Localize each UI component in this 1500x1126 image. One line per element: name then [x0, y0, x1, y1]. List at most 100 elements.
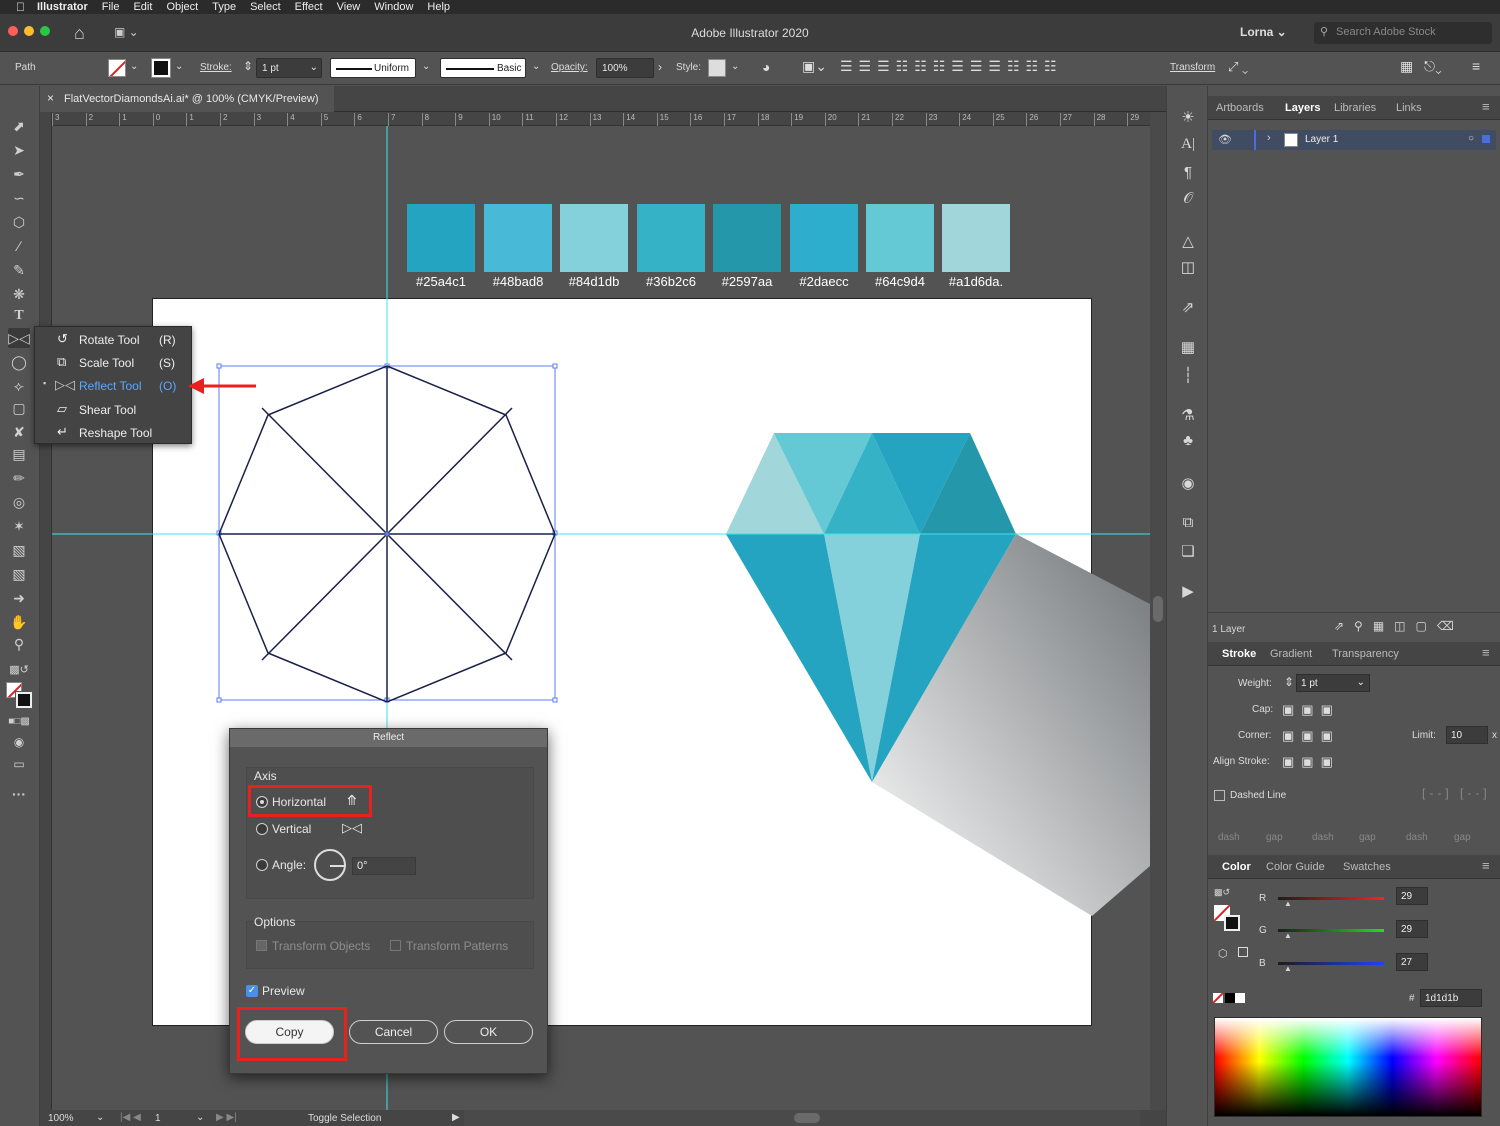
transform-panel-icon[interactable]: ▦	[1177, 338, 1199, 358]
style-dropdown-icon[interactable]: ⌄	[731, 61, 739, 72]
graphic-style-swatch[interactable]	[708, 59, 726, 77]
selection-tool-icon[interactable]: ⬈	[8, 116, 30, 136]
menu-view[interactable]: View	[337, 1, 361, 13]
artboard-dropdown-icon[interactable]: ⌄	[196, 1112, 204, 1123]
pen-tool-icon[interactable]: ✒	[8, 164, 30, 184]
document-tab[interactable]: × FlatVectorDiamondsAi.ai* @ 100% (CMYK/…	[40, 86, 334, 112]
menu-type[interactable]: Type	[212, 1, 236, 13]
profile-dropdown-icon[interactable]: ⌄	[422, 61, 430, 72]
free-transform-tool-icon[interactable]: ▢	[8, 398, 30, 418]
blue-field[interactable]: 27	[1396, 953, 1428, 971]
canvas[interactable]: #25a4c1 #48bad8 #84d1db #36b2c6 #2597aa …	[52, 126, 1150, 1110]
variable-width-profile[interactable]: Uniform	[330, 58, 416, 78]
flyout-reshape-tool[interactable]: ↵ Reshape Tool	[35, 421, 193, 444]
graph-tool-icon[interactable]: ▤	[8, 444, 30, 464]
color-panel-menu-icon[interactable]: ≡	[1482, 858, 1490, 873]
appearance-icon[interactable]: ☀	[1177, 108, 1199, 128]
layer-row[interactable]: 👁 › Layer 1 ○	[1212, 130, 1496, 150]
tab-libraries[interactable]: Libraries	[1334, 102, 1376, 114]
menu-select[interactable]: Select	[250, 1, 281, 13]
align-stroke-buttons-icon[interactable]: ▣▣▣	[1282, 754, 1340, 770]
eraser-tool-icon[interactable]: ◯	[8, 352, 30, 372]
puppet-warp-icon[interactable]: ⚗	[1177, 406, 1199, 426]
status-arrow-icon[interactable]: ▶	[452, 1112, 460, 1123]
line-tool-icon[interactable]: ∕	[8, 236, 30, 256]
preview-label[interactable]: Preview	[262, 984, 305, 998]
opacity-field[interactable]: 100%	[596, 58, 654, 78]
shape-properties-icon[interactable]: △	[1177, 232, 1199, 252]
tab-artboards[interactable]: Artboards	[1216, 102, 1264, 114]
hand-tool-icon[interactable]: ✋	[8, 612, 30, 632]
brushes-icon[interactable]: ◉	[1177, 474, 1199, 494]
tab-transparency[interactable]: Transparency	[1332, 648, 1399, 660]
white-color-icon[interactable]	[1235, 993, 1245, 1003]
brush-dropdown-icon[interactable]: ⌄	[532, 61, 540, 72]
flyout-shear-tool[interactable]: ▱ Shear Tool	[35, 398, 193, 421]
eyedropper-tool-icon[interactable]: ✏	[8, 468, 30, 488]
ok-button[interactable]: OK	[444, 1020, 533, 1044]
hex-field[interactable]: 1d1d1b	[1420, 989, 1482, 1007]
preview-checkbox[interactable]: ✓	[246, 985, 258, 997]
layer-selection-indicator[interactable]	[1482, 135, 1490, 143]
menu-window[interactable]: Window	[374, 1, 413, 13]
blue-slider-thumb[interactable]: ▲	[1284, 964, 1292, 973]
angle-dial[interactable]	[314, 849, 346, 881]
weight-stepper[interactable]: ⇕	[1284, 675, 1294, 689]
flyout-rotate-tool[interactable]: ↺ Rotate Tool (R)	[35, 328, 193, 351]
corner-buttons-icon[interactable]: ▣▣▣	[1282, 728, 1340, 744]
menu-help[interactable]: Help	[427, 1, 450, 13]
green-slider[interactable]	[1278, 929, 1384, 932]
layers-panel-menu-icon[interactable]: ≡	[1482, 99, 1490, 114]
vertical-label[interactable]: Vertical	[272, 822, 311, 836]
tab-links[interactable]: Links	[1396, 102, 1422, 114]
tab-swatches[interactable]: Swatches	[1343, 861, 1391, 873]
red-slider-thumb[interactable]: ▲	[1284, 899, 1292, 908]
blend-tool-icon[interactable]: ◎	[8, 492, 30, 512]
angle-radio[interactable]	[256, 859, 268, 871]
shape-builder-tool-icon[interactable]: ✘	[8, 422, 30, 442]
vertical-scrollbar[interactable]	[1150, 112, 1166, 1110]
vertical-ruler[interactable]	[40, 112, 52, 1110]
tab-gradient[interactable]: Gradient	[1270, 648, 1312, 660]
horizontal-scroll-thumb[interactable]	[794, 1113, 820, 1123]
green-field[interactable]: 29	[1396, 920, 1428, 938]
color-spectrum[interactable]	[1214, 1017, 1482, 1117]
align-objects-icons[interactable]: ☰☰☰☷☷☷☰☰☰☷☷☷	[840, 58, 1063, 75]
black-color-icon[interactable]	[1225, 993, 1235, 1003]
opacity-label[interactable]: Opacity:	[551, 62, 588, 73]
flyout-reflect-tool[interactable]: ▪ ▷◁ Reflect Tool (O)	[35, 374, 193, 397]
transform-patterns-checkbox[interactable]	[390, 940, 401, 951]
red-slider[interactable]	[1278, 897, 1384, 900]
width-tool-icon[interactable]: ⟣	[8, 376, 30, 396]
horizontal-scrollbar[interactable]	[464, 1110, 1140, 1126]
paintbrush-tool-icon[interactable]: ✎	[8, 260, 30, 280]
zoom-level[interactable]: 100%	[48, 1113, 74, 1124]
symbol-sprayer-tool-icon[interactable]: ✶	[8, 516, 30, 536]
artboards-panel-icon[interactable]: ❏	[1177, 542, 1199, 562]
symbols-icon[interactable]: ♣	[1177, 432, 1199, 452]
paragraph-icon[interactable]: ¶	[1177, 164, 1199, 184]
artboard-number[interactable]: 1	[155, 1113, 161, 1124]
fill-dropdown-icon[interactable]: ⌄	[130, 61, 138, 72]
draw-mode-icon[interactable]: ◉	[8, 732, 30, 752]
transform-objects-checkbox[interactable]	[256, 940, 267, 951]
tab-color-guide[interactable]: Color Guide	[1266, 861, 1325, 873]
user-menu[interactable]: Lorna ⌄	[1240, 25, 1287, 39]
align-to-icon[interactable]: ▣⌄	[802, 58, 827, 75]
artboard-tool-icon[interactable]: ▧	[8, 564, 30, 584]
workspace-icon[interactable]: ⎋⌄	[1424, 58, 1442, 75]
curvature-tool-icon[interactable]: ∽	[8, 188, 30, 208]
layer-name[interactable]: Layer 1	[1305, 134, 1338, 145]
screen-mode-icon[interactable]: ▭	[8, 754, 30, 774]
stroke-weight-stepper[interactable]: ⇕	[243, 59, 253, 73]
layer-target-icon[interactable]: ○	[1468, 133, 1474, 144]
pathfinder-icon[interactable]: ⧉	[1177, 514, 1199, 534]
zoom-dropdown-icon[interactable]: ⌄	[96, 1112, 104, 1123]
dash-gap-fields[interactable]: dash gap dash gap dash gap	[1216, 812, 1496, 846]
menu-file[interactable]: File	[102, 1, 120, 13]
polygon-tool-icon[interactable]: ⬡	[8, 212, 30, 232]
direct-selection-tool-icon[interactable]: ➤	[8, 140, 30, 160]
actions-play-icon[interactable]: ▶	[1177, 582, 1199, 602]
expand-layer-icon[interactable]: ›	[1267, 132, 1271, 144]
angle-input[interactable]: 0°	[352, 857, 416, 875]
